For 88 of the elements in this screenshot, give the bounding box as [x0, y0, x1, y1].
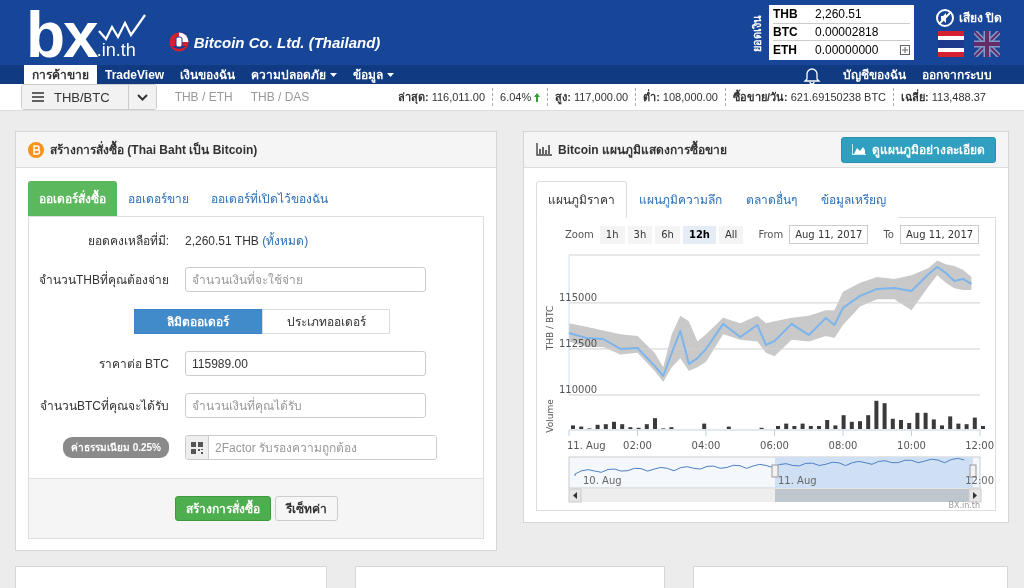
plus-icon[interactable] — [900, 45, 910, 56]
zoom-button[interactable]: 1h — [599, 225, 625, 244]
panel-title: สร้างการสั่งซื้อ (Thai Baht เป็น Bitcoin) — [50, 140, 258, 159]
two-factor-field[interactable]: 2Factor รับรองความถูกต้อง — [185, 435, 437, 460]
nav-item[interactable]: TradeView — [97, 65, 173, 84]
market-stat: สูง: 117,000.00 — [547, 88, 636, 106]
currency-amount: 0.00000000 — [815, 43, 880, 58]
date-label: From — [758, 229, 784, 240]
up-arrow-icon — [534, 92, 541, 102]
zigzag-logo-icon — [96, 13, 147, 41]
nav-link[interactable]: บัญชีของฉัน — [835, 65, 914, 84]
zoom-button[interactable]: All — [719, 225, 744, 244]
currency-amount: 2,260.51 — [815, 7, 863, 22]
area-chart-icon — [852, 144, 866, 155]
axis-label: 12:00 — [965, 440, 994, 451]
market-stat: เฉลี่ย: 113,488.37 — [893, 88, 993, 106]
axis-label: 10:00 — [897, 440, 926, 451]
order-type-button[interactable]: ประเภทออเดอร์ — [262, 309, 390, 334]
field-label: ราคาต่อ BTC — [97, 356, 169, 373]
from-date-field[interactable]: Aug 11, 2017 — [789, 225, 869, 244]
axis-title: Volume — [545, 399, 555, 433]
menu-icon — [32, 92, 44, 102]
order-type-button[interactable]: ลิมิตออเดอร์ — [134, 309, 262, 334]
nav-item[interactable]: ข้อมูล — [345, 65, 403, 84]
company-name: Bitcoin Co. Ltd. (Thailand) — [193, 33, 381, 51]
caret-icon — [330, 72, 338, 77]
currency-code: THB — [773, 7, 799, 22]
qr-code-icon — [191, 441, 203, 454]
currency-code: BTC — [773, 25, 799, 39]
currency-amount: 0.00002818 — [815, 25, 880, 39]
zoom-button[interactable]: 6h — [655, 225, 680, 244]
price-field[interactable]: 115989.00 — [185, 351, 426, 376]
fee-badge: ค่าธรรมเนียม 0.25% — [62, 437, 169, 458]
logo-subtext: .in.th — [96, 41, 136, 59]
bar-chart-icon — [536, 143, 552, 156]
bitcoin-icon — [28, 141, 44, 158]
uk-flag-icon — [974, 31, 1000, 57]
thai-flag-icon — [938, 31, 964, 57]
axis-label: 02:00 — [623, 440, 652, 451]
axis-label: 12:00 — [965, 475, 994, 486]
sound-off-icon[interactable] — [935, 8, 954, 27]
axis-label: 10. Aug — [583, 475, 622, 486]
nav-item[interactable]: เงินของฉัน — [172, 65, 244, 84]
axis-label: 11. Aug — [778, 475, 817, 486]
language-button[interactable] — [938, 31, 964, 57]
axis-label: 11. Aug — [567, 440, 606, 451]
axis-label: 08:00 — [828, 440, 858, 451]
market-stat: ล่าสุด: 116,011.00 — [396, 90, 487, 106]
logo-text: bx — [26, 7, 97, 63]
axis-label: 112500 — [559, 337, 598, 349]
date-label: To — [883, 229, 894, 240]
nav-item[interactable]: การค้าขาย — [24, 65, 97, 84]
market-stat: ต่ำ: 108,000.00 — [635, 88, 725, 106]
receive-field[interactable]: จำนวนเงินที่คุณได้รับ — [185, 393, 426, 418]
field-label: จำนวนTHBที่คุณต้องจ่าย — [38, 270, 169, 289]
balance-label: ยอดเงิน — [749, 14, 764, 51]
axis-title: THB / BTC — [545, 305, 555, 351]
nav-item[interactable]: ความปลอดภัย — [243, 65, 346, 84]
to-date-field[interactable]: Aug 11, 2017 — [899, 225, 980, 244]
caret-icon — [387, 72, 395, 77]
order-tab[interactable]: ออเดอร์ขาย — [117, 181, 200, 216]
currency-code: ETH — [773, 43, 798, 58]
coin-logo-icon — [168, 32, 189, 52]
nav-link[interactable]: ออกจากระบบ — [914, 65, 1000, 84]
market-stat: ซื้อขาย/วัน: 621.69150238 BTC — [724, 88, 894, 106]
zoom-button[interactable]: 3h — [627, 225, 653, 244]
axis-label: 04:00 — [691, 440, 721, 451]
order-tab[interactable]: ออเดอร์ที่เปิดไว้ของฉัน — [200, 181, 339, 216]
price-change: 6.04% — [492, 88, 548, 106]
dropdown-button[interactable] — [128, 85, 156, 109]
zoom-label: Zoom — [565, 229, 594, 240]
credit-text: BX.in.th — [948, 501, 980, 510]
axis-label: 115000 — [559, 291, 598, 303]
axis-label: 06:00 — [760, 440, 789, 451]
bell-icon[interactable] — [803, 65, 821, 84]
chevron-down-icon — [136, 93, 148, 101]
panel-title: Bitcoin แผนภูมิแสดงการซื้อขาย — [558, 140, 727, 159]
sound-status: เสียง ปิด — [958, 10, 1003, 27]
balance-value: 2,260.51 THB (ทั้งหมด) — [185, 231, 310, 250]
all-link[interactable]: (ทั้งหมด) — [262, 234, 309, 248]
pair-selector-button[interactable]: THB/BTC — [22, 85, 129, 109]
field-label: จำนวนBTCที่คุณจะได้รับ — [39, 396, 169, 415]
reset-button[interactable]: รีเซ็ทค่า — [274, 496, 338, 521]
amount-field[interactable]: จำนวนเงินที่จะใช้จ่าย — [185, 267, 426, 292]
zoom-button[interactable]: 12h — [682, 225, 716, 244]
axis-label: 110000 — [559, 384, 598, 395]
chart-tab[interactable]: แผนภูมิราคา — [536, 181, 627, 218]
field-label: ยอดคงเหลือที่มี: — [86, 231, 169, 250]
